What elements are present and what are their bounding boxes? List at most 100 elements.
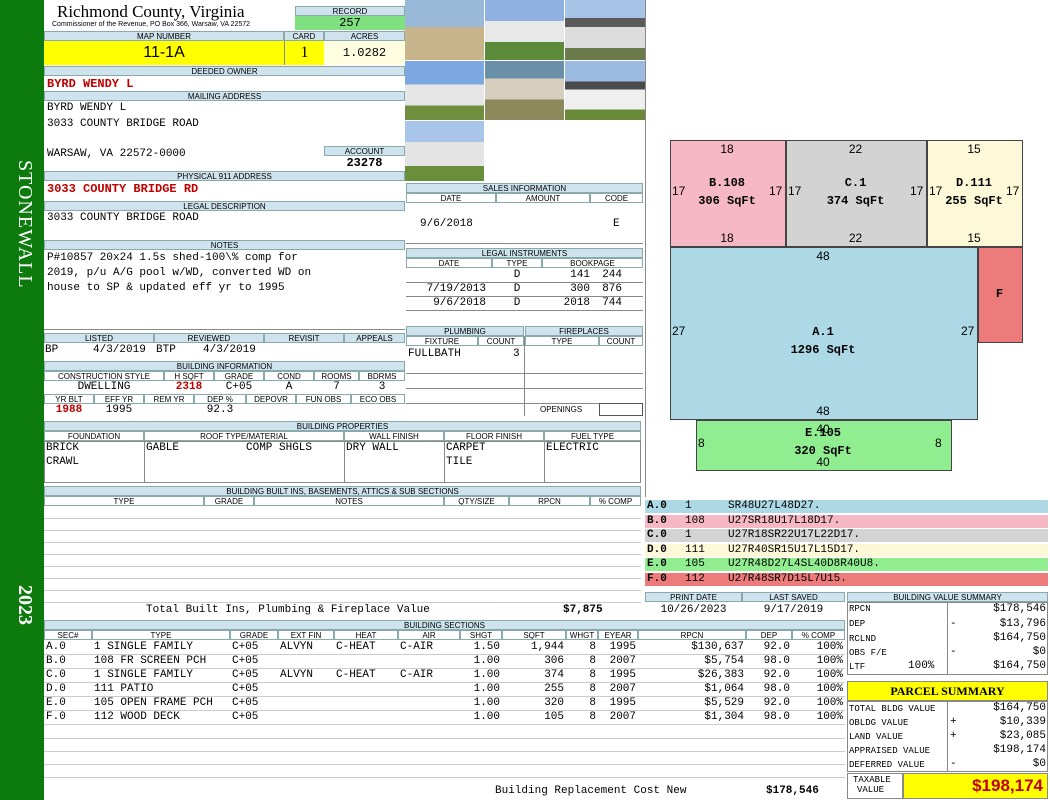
- built-ins-total-label: Total Built Ins, Plumbing & Fireplace Va…: [146, 604, 430, 616]
- plumb-fixture: FULLBATH: [408, 348, 461, 360]
- li-row-date: 7/19/2013: [426, 283, 486, 295]
- section-cell: 1 SINGLE FAMILY: [94, 641, 194, 653]
- built-ins-header: BUILDING BUILT INS, BASEMENTS, ATTICS & …: [44, 486, 641, 496]
- plumb-col-count: COUNT: [478, 336, 524, 346]
- sketch-dim-left: 27: [672, 323, 686, 338]
- sketch-dim-left: 17: [672, 183, 686, 198]
- county-title: Richmond County, Virginia: [57, 2, 245, 21]
- vector-row: C.0 1 U27R18SR22U17L22D17.: [645, 529, 1048, 543]
- fire-col-count: COUNT: [599, 336, 643, 346]
- legal-description: 3033 COUNTY BRIDGE ROAD: [47, 212, 199, 224]
- legal-instruments-header: LEGAL INSTRUMENTS: [406, 248, 643, 258]
- bi-h-yrblt: YR BLT: [44, 394, 94, 404]
- vs-rpcn-label: RPCN: [849, 604, 871, 614]
- sales-col-amount: AMOUNT: [496, 193, 590, 203]
- taxable-label-1: TAXABLE: [853, 775, 891, 785]
- li-col-type: TYPE: [492, 258, 542, 268]
- section-cell: C+05: [232, 697, 259, 709]
- acres-value: 1.0282: [324, 41, 405, 65]
- section-col-header: WHGT: [566, 630, 598, 640]
- section-cell: ALVYN: [280, 669, 314, 681]
- section-cell: 92.0: [763, 697, 790, 709]
- deeded-owner-header: DEEDED OWNER: [44, 66, 405, 76]
- section-cell: 8: [589, 669, 596, 681]
- section-cell: ALVYN: [280, 641, 314, 653]
- bi-h-bdrms: BDRMS: [359, 371, 405, 381]
- vs-rpcn: $178,546: [993, 603, 1046, 615]
- last-saved-header: LAST SAVED: [742, 592, 845, 602]
- section-cell: A.0: [46, 641, 66, 653]
- sales-header: SALES INFORMATION: [406, 183, 643, 193]
- li-row-type: D: [513, 269, 521, 281]
- vector-num: 1: [685, 500, 692, 512]
- section-col-header: EXT FIN: [278, 630, 334, 640]
- bp-col-floor: FLOOR FINISH: [444, 431, 544, 441]
- sketch-section-id: B.108: [708, 175, 745, 190]
- vector-row: E.0 105 U27R48D27L4SL40D8R40U8.: [645, 558, 1048, 572]
- section-cell: 100%: [816, 683, 843, 695]
- sketch-dim-right: 17: [910, 183, 924, 198]
- record-header: RECORD: [295, 6, 405, 16]
- ps-land-label: LAND VALUE: [849, 732, 904, 742]
- section-cell: C+05: [232, 711, 259, 723]
- section-cell: C+05: [232, 655, 259, 667]
- section-cell: 1995: [609, 697, 636, 709]
- li-row-type: D: [513, 297, 521, 309]
- li-row-date: 9/6/2018: [433, 297, 486, 309]
- section-col-header: SEC#: [44, 630, 92, 640]
- section-cell: 100%: [816, 641, 843, 653]
- section-cell: 8: [589, 711, 596, 723]
- bi-h-rooms: ROOMS: [314, 371, 359, 381]
- card-header: CARD: [284, 31, 324, 41]
- replacement-value: $178,546: [766, 785, 819, 797]
- vector-num: 105: [685, 558, 705, 570]
- appeals-header: APPEALS: [344, 333, 405, 343]
- section-cell: 100%: [816, 669, 843, 681]
- photo-3: [565, 0, 645, 60]
- sketch-dim-right: 27: [961, 323, 975, 338]
- vector-code: C.0: [647, 529, 667, 541]
- section-cell: 255: [544, 683, 564, 695]
- reviewed-by: BTP: [156, 344, 176, 356]
- commissioner-text: Commissioner of the Revenue, PO Box 366,…: [52, 21, 251, 28]
- ps-obldg: $10,339: [999, 716, 1046, 728]
- sketch-section-area: 306 SqFt: [698, 193, 756, 208]
- section-cell: B.0: [46, 655, 66, 667]
- sketch-dim-bottom: 22: [848, 231, 863, 245]
- section-cell: C+05: [232, 683, 259, 695]
- section-cell: 92.0: [763, 641, 790, 653]
- vector-code: A.0: [647, 500, 667, 512]
- section-col-header: DEP: [746, 630, 792, 640]
- section-cell: 320: [544, 697, 564, 709]
- building-info-header: BUILDING INFORMATION: [44, 361, 405, 371]
- deeded-owner: BYRD WENDY L: [47, 77, 134, 91]
- sketch-dim-top: 22: [848, 142, 863, 156]
- bi-h-ecoobs: ECO OBS: [351, 394, 405, 404]
- mailing-header: MAILING ADDRESS: [44, 91, 405, 101]
- section-cell: 1.00: [473, 683, 500, 695]
- bi-h-style: CONSTRUCTION STYLE: [44, 371, 164, 381]
- photo-2: [485, 0, 564, 60]
- bi2-col-grade: GRADE: [204, 496, 254, 506]
- bp-col-foundation: FOUNDATION: [44, 431, 144, 441]
- account-value: 23278: [346, 156, 383, 170]
- print-date-header: PRINT DATE: [645, 592, 742, 602]
- bi2-col-rpcn: RPCN: [509, 496, 590, 506]
- section-cell: 8: [589, 683, 596, 695]
- section-col-header: EYEAR: [598, 630, 638, 640]
- li-row-book: 2018: [563, 297, 590, 309]
- listed-date: 4/3/2019: [93, 344, 146, 356]
- section-col-header: SHGT: [460, 630, 502, 640]
- bi2-col-qty: QTY/SIZE: [444, 496, 509, 506]
- section-cell: 2007: [609, 683, 636, 695]
- section-cell: $1,304: [704, 711, 744, 723]
- vector-path: U27R18SR22U17L22D17.: [728, 529, 861, 541]
- sketch-dim-top: 18: [720, 142, 734, 156]
- vs-ltf-pct: 100%: [908, 660, 935, 672]
- vector-path: U27R48SR7D15L7U15.: [728, 572, 847, 585]
- parcel-summary-title: PARCEL SUMMARY: [847, 681, 1048, 701]
- section-col-header: HEAT: [334, 630, 398, 640]
- bi-h-effyr: EFF YR: [94, 394, 144, 404]
- section-cell: 8: [589, 655, 596, 667]
- bi-h-sqft: H SQFT: [164, 371, 214, 381]
